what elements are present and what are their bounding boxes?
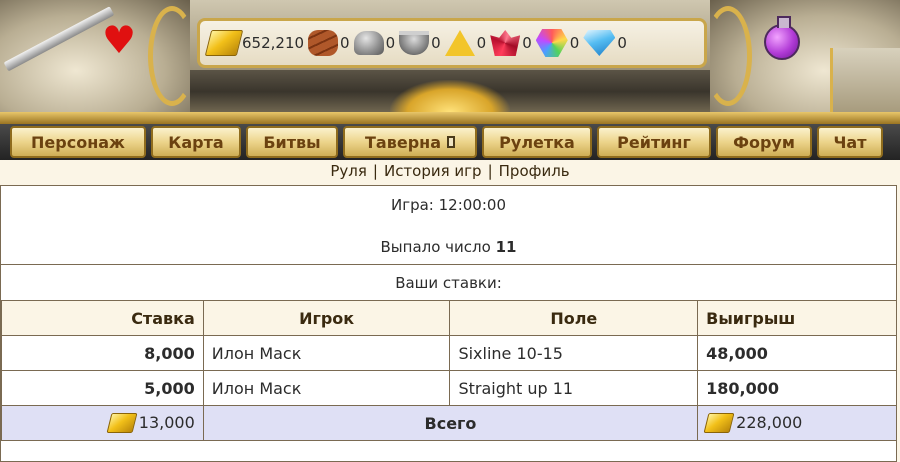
resource-gems[interactable]: 0 — [535, 29, 580, 57]
nav-character-label: Персонаж — [31, 132, 125, 152]
nav-battles-label: Битвы — [263, 132, 321, 152]
drawn-number-label: Выпало число — [380, 238, 491, 256]
game-time: Игра: 12:00:00 — [390, 196, 506, 214]
nav-roulette-button[interactable]: Рулетка — [482, 126, 592, 158]
bet-field: Straight up 11 — [449, 370, 699, 406]
separator: | — [372, 162, 378, 180]
bet-player[interactable]: Илон Маск — [202, 370, 451, 406]
your-bets-title: Ваши ставки: — [1, 264, 896, 300]
bet-player[interactable]: Илон Маск — [202, 335, 451, 371]
nav-forum-button[interactable]: Форум — [716, 126, 812, 158]
total-stake: 13,000 — [138, 412, 195, 432]
table-row: 5,000 Илон Маск Straight up 11 180,000 — [1, 370, 897, 406]
separator: | — [487, 162, 493, 180]
game-result-panel: Игра: 12:00:00 Выпало число 11 Ваши став… — [0, 185, 897, 462]
table-row: 8,000 Илон Маск Sixline 10-15 48,000 — [1, 335, 897, 371]
gems-icon — [535, 29, 568, 57]
sulfur-amount: 0 — [476, 34, 487, 52]
gold-bar-icon — [106, 413, 138, 434]
nav-chat-button[interactable]: Чат — [817, 126, 883, 158]
header-gold-rim — [0, 112, 900, 124]
nav-roulette-label: Рулетка — [499, 132, 575, 152]
roulette-link[interactable]: Руля — [330, 162, 367, 180]
resource-iron[interactable]: 0 — [399, 31, 441, 55]
dragon-ornament-left-icon — [148, 6, 196, 106]
iron-ore-icon — [399, 31, 430, 55]
resource-stone[interactable]: 0 — [353, 31, 396, 55]
bets-table: Ставка Игрок Поле Выигрыш 8,000 Илон Мас… — [1, 300, 897, 441]
dragon-ornament-right-icon — [704, 6, 752, 106]
castle-icon — [830, 48, 900, 114]
header-player: Игрок — [202, 300, 451, 336]
nav-rating-button[interactable]: Рейтинг — [597, 126, 711, 158]
bet-win: 180,000 — [697, 370, 897, 406]
total-label: Всего — [202, 405, 699, 441]
nav-rating-label: Рейтинг — [617, 132, 691, 152]
resource-bar: 652,210 0 0 0 0 0 0 0 — [197, 18, 707, 68]
iron-amount: 0 — [431, 34, 441, 52]
resource-wood[interactable]: 0 — [308, 30, 350, 56]
bet-field: Sixline 10-15 — [449, 335, 699, 371]
red-crystal-icon — [490, 30, 521, 56]
nav-forum-label: Форум — [733, 132, 795, 152]
bet-win: 48,000 — [697, 335, 897, 371]
table-header-row: Ставка Игрок Поле Выигрыш — [1, 300, 897, 336]
health-heart-icon[interactable]: ♥ — [98, 20, 140, 60]
stone-icon — [353, 31, 384, 55]
game-history-link[interactable]: История игр — [384, 162, 482, 180]
header-field: Поле — [449, 300, 699, 336]
wood-logs-icon — [308, 30, 339, 56]
game-header: ♥ 652,210 0 0 0 0 0 0 0 — [0, 0, 900, 124]
stone-amount: 0 — [385, 34, 396, 52]
bet-stake: 5,000 — [1, 370, 204, 406]
diamond-icon — [583, 30, 616, 56]
sulfur-icon — [444, 30, 475, 56]
gold-amount: 652,210 — [242, 34, 305, 52]
nav-character-button[interactable]: Персонаж — [10, 126, 146, 158]
wood-amount: 0 — [340, 34, 350, 52]
resource-diamond[interactable]: 0 — [583, 30, 627, 56]
nav-map-button[interactable]: Карта — [151, 126, 241, 158]
profile-link[interactable]: Профиль — [499, 162, 570, 180]
gems-amount: 0 — [569, 34, 580, 52]
resource-crystal[interactable]: 0 — [490, 30, 532, 56]
header-win: Выигрыш — [697, 300, 897, 336]
drawn-number: 11 — [495, 238, 517, 256]
roulette-sublinks: Руля | История игр | Профиль — [0, 162, 900, 184]
gold-bar-icon — [204, 30, 244, 56]
drawn-number-line: Выпало число 11 — [1, 238, 896, 256]
crystal-amount: 0 — [522, 34, 532, 52]
door-icon — [447, 136, 455, 148]
resource-sulfur[interactable]: 0 — [444, 30, 487, 56]
main-nav: Персонаж Карта Битвы Таверна Рулетка Рей… — [0, 124, 900, 160]
resource-gold[interactable]: 652,210 — [204, 30, 305, 56]
header-stake: Ставка — [1, 300, 204, 336]
potion-icon[interactable] — [764, 16, 800, 60]
gold-bar-icon — [703, 413, 735, 434]
diamond-amount: 0 — [617, 34, 627, 52]
total-win: 228,000 — [736, 412, 803, 432]
total-stake-cell: 13,000 — [1, 405, 204, 441]
total-win-cell: 228,000 — [697, 405, 897, 441]
total-row: 13,000 Всего 228,000 — [1, 405, 897, 441]
nav-chat-label: Чат — [833, 132, 867, 152]
nav-tavern-button[interactable]: Таверна — [343, 126, 477, 158]
nav-battles-button[interactable]: Битвы — [246, 126, 338, 158]
nav-tavern-label: Таверна — [365, 132, 441, 152]
bet-stake: 8,000 — [1, 335, 204, 371]
nav-map-label: Карта — [168, 132, 224, 152]
gold-pile-icon — [390, 80, 510, 112]
